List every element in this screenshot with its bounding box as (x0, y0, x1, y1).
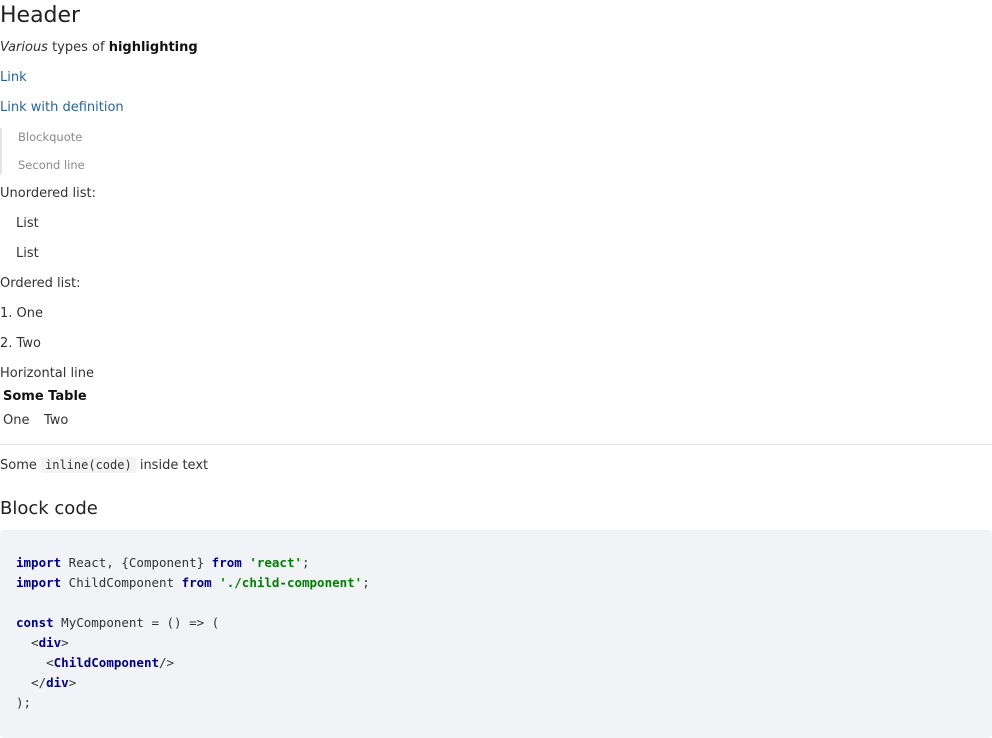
link[interactable]: Link (0, 69, 27, 87)
code-line-6: <ChildComponent/> (16, 653, 174, 673)
ordered-item-two: 2. Two (0, 336, 41, 351)
code-line-2: import ChildComponent from './child-comp… (16, 573, 370, 593)
code-keyword: import (16, 555, 62, 570)
page-header: Header (0, 3, 81, 28)
ordered-list-label: Ordered list: (0, 276, 81, 291)
code-text: </ (16, 675, 47, 690)
horizontal-line-label: Horizontal line (0, 366, 94, 381)
code-line-5: <div> (16, 633, 69, 653)
code-line-8: ); (16, 695, 32, 710)
bold-text: highlighting (108, 40, 198, 55)
code-string: './child-component' (219, 575, 363, 590)
table-cell-one: One (3, 413, 30, 428)
block-code-heading: Block code (0, 498, 98, 519)
ordered-item-one: 1. One (0, 306, 44, 321)
code-block: import React, {Component} from 'react'; … (0, 530, 992, 738)
code-text: > (68, 675, 77, 690)
code-tag: ChildComponent (53, 655, 159, 670)
table-title: Some Table (3, 389, 87, 404)
code-text: < (16, 635, 39, 650)
highlighting-line: Various types of highlighting (0, 39, 198, 57)
code-keyword: const (16, 615, 54, 630)
code-tag: div (46, 675, 69, 690)
table-cell-two: Two (44, 413, 69, 428)
list-item: List (16, 216, 39, 231)
link-with-definition[interactable]: Link with definition (0, 99, 124, 117)
plain-text: types of (47, 40, 109, 55)
unordered-list-label: Unordered list: (0, 186, 96, 201)
blockquote: Blockquote Second line (0, 128, 202, 174)
code-line-4: const MyComponent = () => ( (16, 613, 219, 633)
code-text: React, {Component} (61, 555, 212, 570)
code-keyword: from (211, 555, 242, 570)
code-text: MyComponent = () => ( (53, 615, 220, 630)
inline-before-text: Some (0, 458, 41, 473)
inline-code-line: Some inline(code) inside text (0, 456, 208, 475)
code-keyword: import (16, 575, 62, 590)
code-text: ChildComponent (61, 575, 182, 590)
code-text: > (61, 635, 69, 650)
horizontal-rule (0, 444, 992, 445)
blockquote-line-1: Blockquote (18, 130, 83, 144)
list-item: List (16, 246, 39, 261)
italic-text: Various (0, 40, 48, 55)
code-line-7: </div> (16, 673, 76, 693)
code-tag: div (38, 635, 62, 650)
code-line-1: import React, {Component} from 'react'; (16, 553, 310, 573)
inline-code: inline(code) (41, 457, 136, 473)
code-text: /> (159, 655, 175, 670)
code-keyword: from (181, 575, 212, 590)
code-text: < (16, 655, 54, 670)
inline-after-text: inside text (135, 458, 209, 473)
code-text: ; (302, 555, 310, 570)
code-string: 'react' (249, 555, 302, 570)
blockquote-line-2: Second line (18, 158, 85, 172)
code-text: ; (362, 575, 370, 590)
